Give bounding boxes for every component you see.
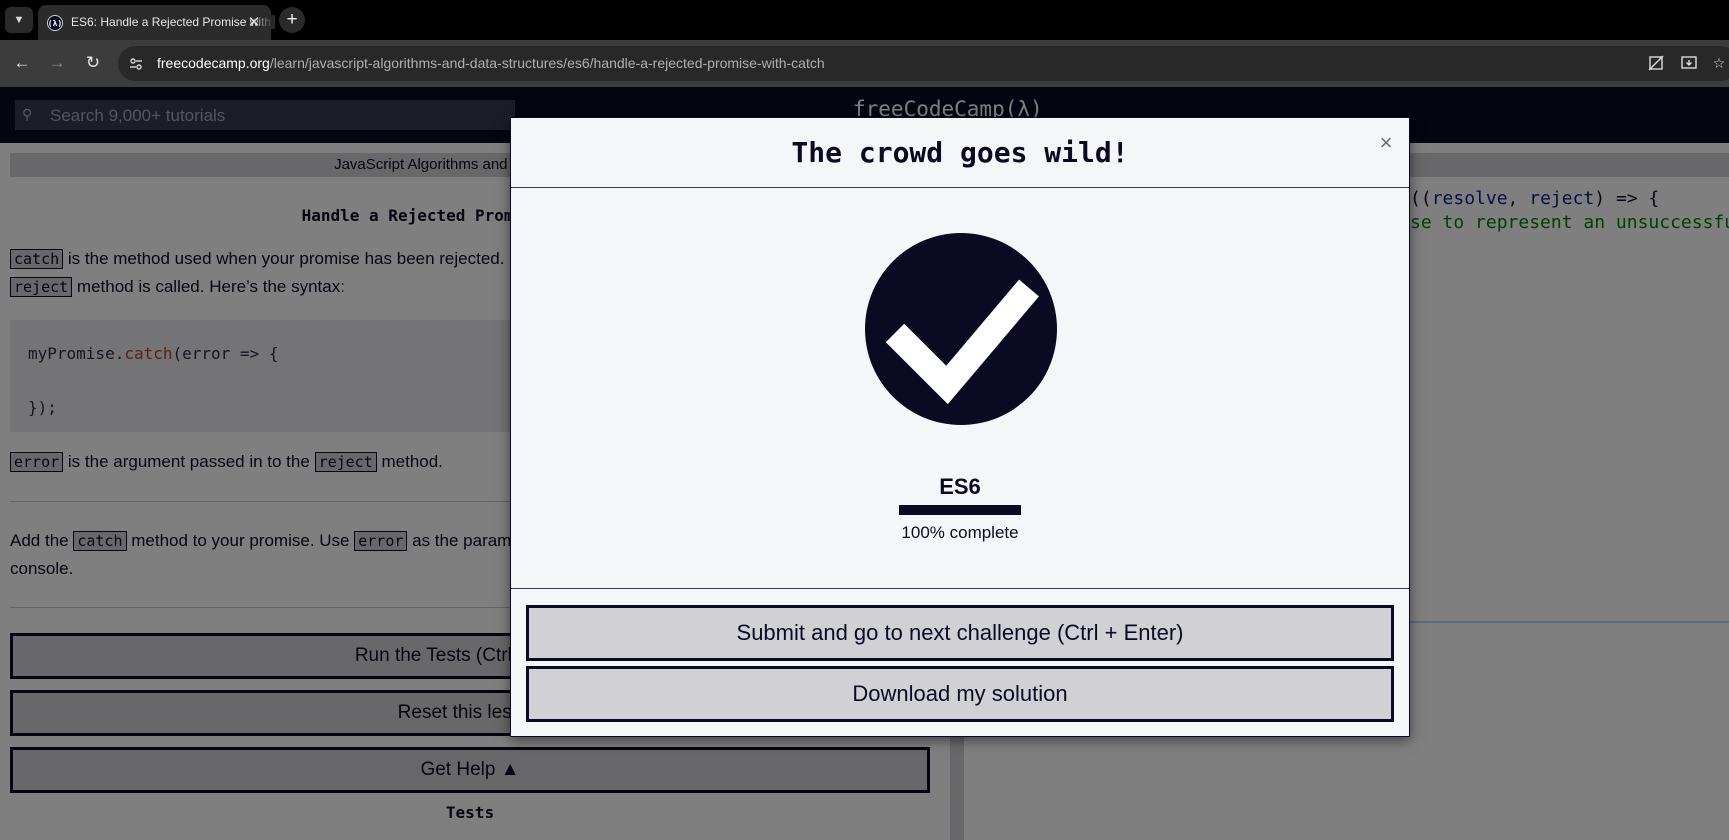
fcc-favicon-icon: (λ)	[47, 15, 63, 31]
submit-next-button[interactable]: Submit and go to next challenge (Ctrl + …	[526, 605, 1394, 661]
url-host: freecodecamp.org	[157, 55, 270, 71]
certification-title: ES6	[939, 474, 981, 499]
progress-text: 100% complete	[901, 523, 1019, 542]
browser-toolbar: ← → ↻ freecodecamp.org/learn/javascript-…	[0, 40, 1729, 87]
close-icon[interactable]: ✕	[245, 13, 263, 31]
install-app-icon[interactable]	[1678, 52, 1700, 74]
url-path: /learn/javascript-algorithms-and-data-st…	[269, 55, 825, 71]
chevron-down-icon[interactable]: ▼	[5, 7, 33, 33]
download-solution-button[interactable]: Download my solution	[526, 666, 1394, 722]
no-tracking-icon[interactable]	[1645, 52, 1667, 74]
plus-icon[interactable]: +	[279, 7, 305, 33]
checkmark-icon	[865, 233, 1057, 425]
reload-icon[interactable]: ↻	[80, 50, 106, 76]
browser-tab-bar: ▼ (λ) ES6: Handle a Rejected Promise wit…	[0, 0, 1729, 40]
completion-modal: The crowd goes wild! × ES6 100% complete…	[510, 117, 1410, 737]
star-icon[interactable]: ☆	[1708, 52, 1729, 74]
arrow-right-icon[interactable]: →	[44, 50, 70, 76]
modal-divider	[511, 588, 1409, 589]
close-icon[interactable]: ×	[1375, 130, 1397, 155]
progress-bar-fill	[899, 505, 1021, 515]
address-bar[interactable]: freecodecamp.org/learn/javascript-algori…	[118, 46, 1729, 81]
arrow-left-icon[interactable]: ←	[9, 50, 35, 76]
browser-tab[interactable]: (λ) ES6: Handle a Rejected Promise with …	[38, 5, 275, 40]
site-info-icon[interactable]	[127, 55, 145, 73]
url-text[interactable]: freecodecamp.org/learn/javascript-algori…	[157, 55, 825, 71]
modal-title: The crowd goes wild!	[791, 136, 1129, 169]
modal-header: The crowd goes wild! ×	[511, 118, 1409, 188]
progress-bar	[899, 505, 1021, 515]
